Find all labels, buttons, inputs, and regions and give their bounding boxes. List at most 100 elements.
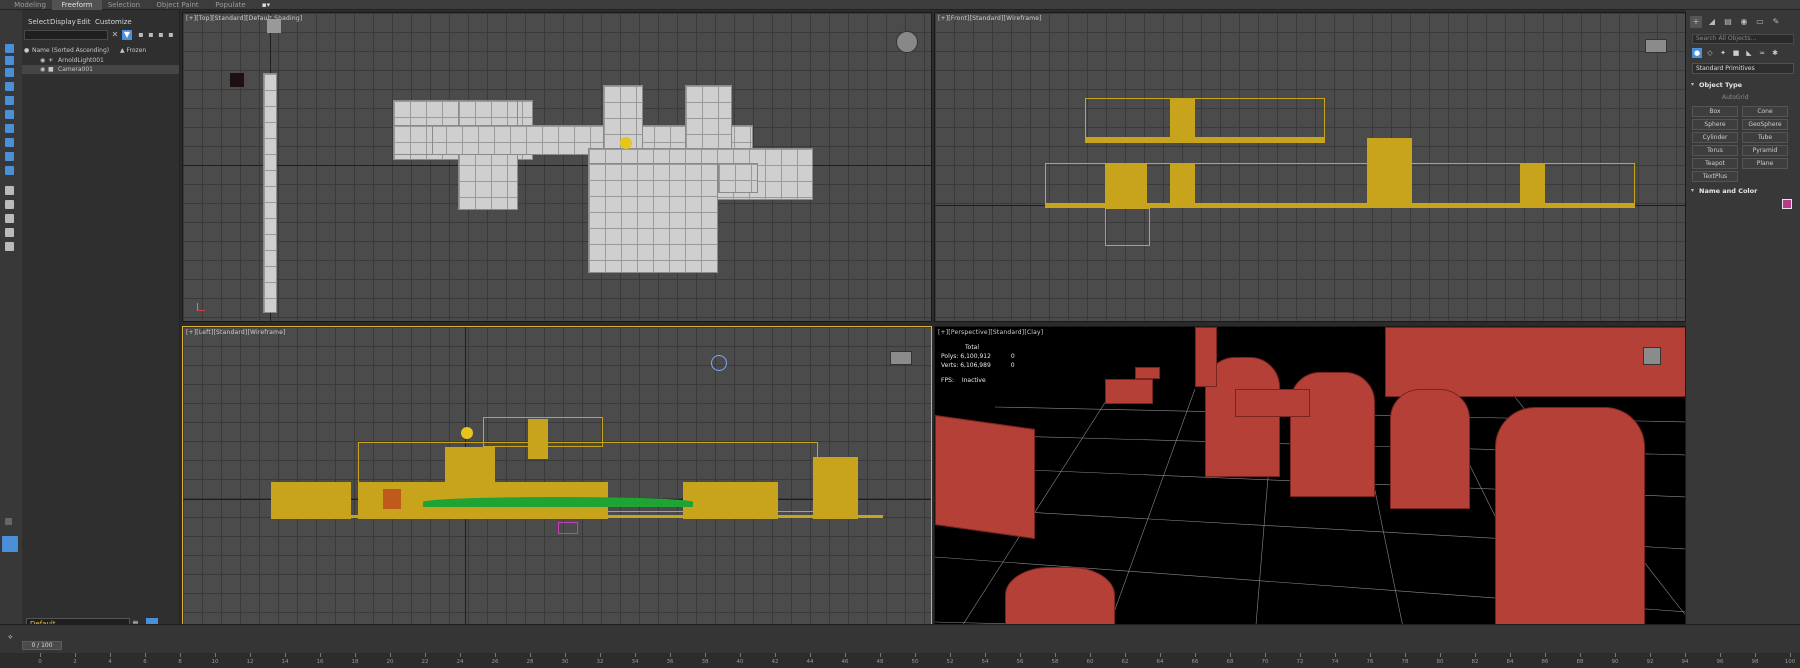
sphere-button[interactable]: Sphere [1692, 119, 1738, 130]
options-icon[interactable]: ▪ [166, 30, 176, 40]
track-bar[interactable]: 0 2 4 6 8 10 12 14 16 18 20 22 24 26 28 30 32 34 36 38 40 42 4… [0, 653, 1800, 668]
menu-edit[interactable]: Edit [77, 18, 91, 26]
select-object-icon[interactable] [5, 44, 14, 53]
lock-icon[interactable]: ▪ [136, 30, 146, 40]
autogrid-checkbox[interactable]: AutoGrid [1722, 94, 1749, 101]
column-frozen[interactable]: ▲ Frozen [120, 47, 146, 54]
geometry-category-icon[interactable]: ● [1692, 48, 1702, 58]
frozen-filter-icon[interactable] [5, 228, 14, 237]
time-slider[interactable]: 0 / 100 [22, 641, 62, 650]
hierarchy-icon[interactable]: ▪ [156, 30, 166, 40]
xref-filter-icon[interactable] [5, 214, 14, 223]
spacewarps-category-icon[interactable]: ≈ [1757, 48, 1767, 58]
hidden-filter-icon[interactable] [5, 242, 14, 251]
clear-search-icon[interactable]: ✕ [110, 30, 120, 40]
torus-button[interactable]: Torus [1692, 145, 1738, 156]
camera-gizmo-icon[interactable] [267, 19, 281, 33]
world-axis-x [183, 165, 931, 166]
viewcube-icon[interactable] [890, 351, 912, 365]
viewport-label[interactable]: [+][Front][Standard][Wireframe] [938, 15, 1042, 22]
menu-display[interactable]: Display [50, 18, 76, 26]
utilities-tab-icon[interactable]: ✎ [1770, 16, 1782, 28]
helper-filter-icon[interactable] [5, 138, 14, 147]
axis-tripod-icon [197, 303, 205, 311]
ribbon-options-icon[interactable]: ▪▾ [258, 0, 274, 10]
light-gizmo-icon[interactable] [620, 137, 632, 149]
viewport-label[interactable]: [+][Perspective][Standard][Clay] [938, 329, 1043, 336]
pyramid-button[interactable]: Pyramid [1742, 145, 1788, 156]
viewport-grid [183, 13, 931, 321]
menu-customize[interactable]: Customize [95, 18, 132, 26]
light-filter-icon[interactable] [5, 110, 14, 119]
modify-tab-icon[interactable]: ◢ [1706, 16, 1718, 28]
timeline-tick [1405, 653, 1406, 657]
hierarchy-tab-icon[interactable]: ▤ [1722, 16, 1734, 28]
bone-filter-icon[interactable] [5, 186, 14, 195]
timeline-tick-label: 90 [1611, 659, 1619, 665]
list-item[interactable]: ◉ ☀ ArnoldLight001 [22, 56, 179, 65]
object-color-swatch[interactable] [1782, 199, 1792, 209]
filter-icon[interactable]: ▼ [122, 30, 132, 40]
sync-icon[interactable]: ▪ [146, 30, 156, 40]
viewcube-icon[interactable] [896, 31, 918, 53]
cylinder-button[interactable]: Cylinder [1692, 132, 1738, 143]
tab-populate[interactable]: Populate [208, 0, 253, 10]
group-filter-icon[interactable] [5, 166, 14, 175]
timeline-tick [1055, 653, 1056, 657]
explorer-column-header[interactable]: ● Name (Sorted Ascending) ▲ Frozen [22, 46, 179, 55]
container-filter-icon[interactable] [5, 200, 14, 209]
systems-category-icon[interactable]: ✱ [1770, 48, 1780, 58]
display-tab-icon[interactable]: ▭ [1754, 16, 1766, 28]
display-all-icon[interactable] [5, 68, 14, 77]
eye-icon[interactable]: ◉ [40, 56, 45, 65]
tab-freeform[interactable]: Freeform [52, 0, 102, 10]
viewcube-icon[interactable] [1645, 39, 1667, 53]
camera-gizmo-icon[interactable] [711, 355, 727, 371]
create-tab-icon[interactable]: + [1690, 16, 1702, 28]
viewport-left[interactable]: [+][Left][Standard][Wireframe] [182, 326, 932, 636]
key-icon[interactable]: ⟡ [8, 633, 13, 642]
lights-category-icon[interactable]: ✦ [1718, 48, 1728, 58]
explorer-search-input[interactable] [24, 30, 108, 40]
viewport-layout-icon[interactable] [2, 536, 18, 552]
camera-filter-icon[interactable] [5, 124, 14, 133]
shapes-category-icon[interactable]: ◇ [1705, 48, 1715, 58]
viewport-front[interactable]: [+][Front][Standard][Wireframe] [934, 12, 1686, 322]
primitive-type-dropdown[interactable]: Standard Primitives [1692, 63, 1794, 74]
tab-selection[interactable]: Selection [104, 0, 144, 10]
tab-modeling[interactable]: Modeling [10, 0, 50, 10]
geosphere-button[interactable]: GeoSphere [1742, 119, 1788, 130]
command-search-input[interactable]: Search All Objects... [1692, 34, 1794, 44]
viewport-perspective[interactable]: [+][Perspective][Standard][Clay] Total P… [934, 326, 1686, 636]
tab-object-paint[interactable]: Object Paint [150, 0, 205, 10]
viewport-label[interactable]: [+][Top][Standard][Default Shading] [186, 15, 302, 22]
rollout-name-color[interactable]: ▾ Name and Color [1690, 186, 1796, 196]
timeline-tick-label: 80 [1436, 659, 1444, 665]
plane-button[interactable]: Plane [1742, 158, 1788, 169]
viewport-label[interactable]: [+][Left][Standard][Wireframe] [186, 329, 286, 336]
menu-select[interactable]: Select [28, 18, 50, 26]
wireframe-fill [271, 482, 351, 519]
display-none-icon[interactable] [5, 56, 14, 65]
helpers-category-icon[interactable]: ◣ [1744, 48, 1754, 58]
textplus-button[interactable]: TextPlus [1692, 171, 1738, 182]
viewport-top[interactable]: [+][Top][Standard][Default Shading] [182, 12, 932, 322]
wireframe-fill [1045, 203, 1635, 207]
column-name[interactable]: Name (Sorted Ascending) [32, 47, 109, 54]
tube-button[interactable]: Tube [1742, 132, 1788, 143]
expand-arrow-icon[interactable] [5, 518, 12, 525]
timeline-tick-label: 54 [981, 659, 989, 665]
eye-icon[interactable]: ◉ [40, 65, 45, 74]
viewcube-icon[interactable] [1643, 347, 1661, 365]
box-button[interactable]: Box [1692, 106, 1738, 117]
spacewarp-filter-icon[interactable] [5, 152, 14, 161]
shape-filter-icon[interactable] [5, 96, 14, 105]
motion-tab-icon[interactable]: ◉ [1738, 16, 1750, 28]
light-gizmo-icon[interactable] [461, 427, 473, 439]
teapot-button[interactable]: Teapot [1692, 158, 1738, 169]
list-item[interactable]: ◉ ■ Camera001 [22, 65, 179, 74]
cone-button[interactable]: Cone [1742, 106, 1788, 117]
rollout-object-type[interactable]: ▾ Object Type [1690, 80, 1796, 90]
cameras-category-icon[interactable]: ■ [1731, 48, 1741, 58]
geometry-filter-icon[interactable] [5, 82, 14, 91]
